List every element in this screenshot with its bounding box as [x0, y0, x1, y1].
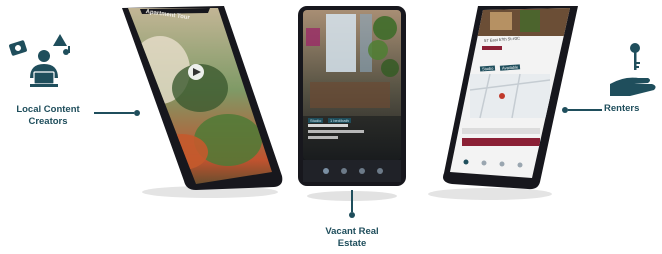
- key-hand-icon: [610, 43, 656, 96]
- connector-vacant-dot: [349, 212, 355, 218]
- label-creators: Local Content Creators: [16, 104, 80, 127]
- connector-creators: [94, 112, 134, 114]
- connector-renters: [568, 109, 602, 111]
- connector-creators-dot: [134, 110, 140, 116]
- contact-button[interactable]: [462, 138, 540, 146]
- illustration: Apartment Tour Studio 1 bed/bath 57 East…: [0, 0, 662, 254]
- connector-vacant: [351, 190, 353, 212]
- price-tag: [482, 46, 502, 50]
- label-vacant: Vacant Real Estate: [325, 226, 379, 249]
- phone-right-tag-1: Studio: [479, 65, 496, 72]
- label-renters: Renters: [604, 103, 640, 114]
- phone-right: [443, 6, 578, 190]
- map-pin-icon[interactable]: [499, 93, 505, 99]
- content-creator-icon: [9, 34, 70, 87]
